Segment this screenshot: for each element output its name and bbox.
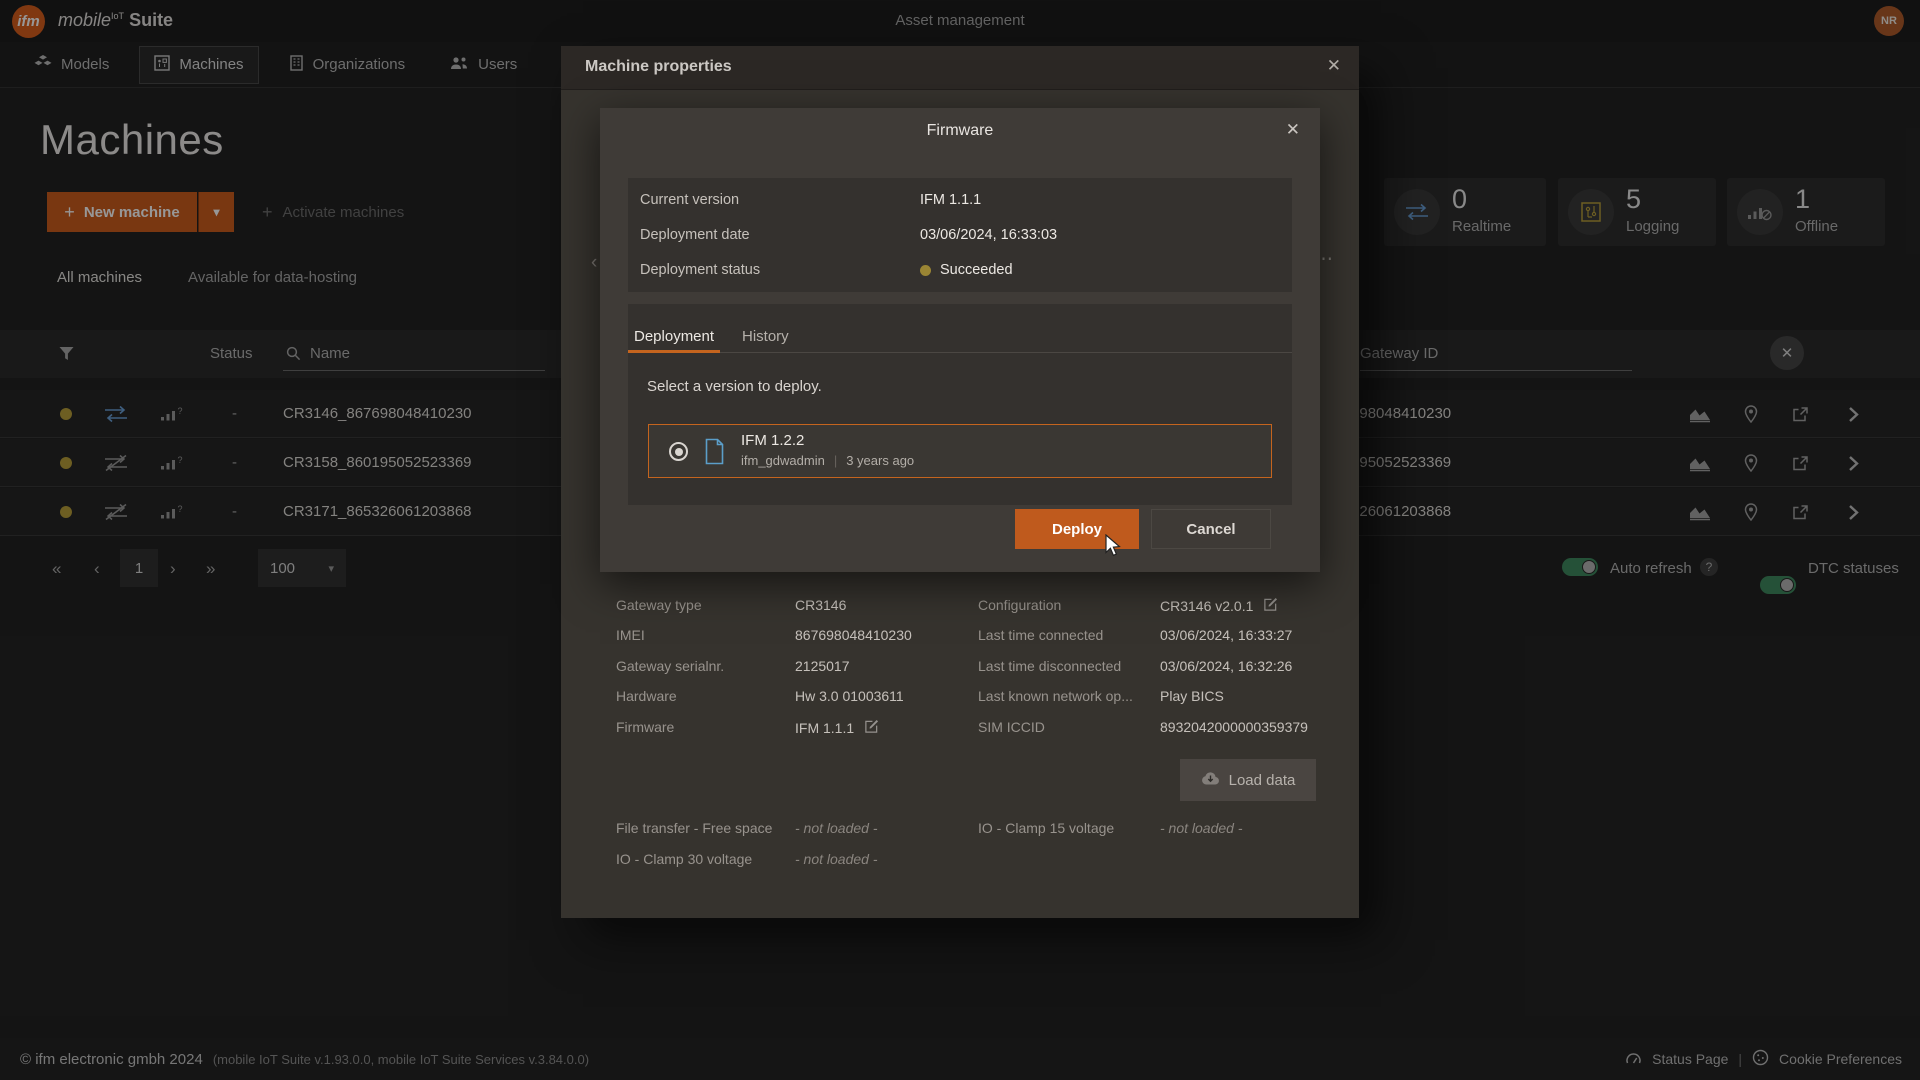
meta-divider: | bbox=[834, 453, 837, 468]
tab-history[interactable]: History bbox=[742, 328, 789, 345]
firmware-info-panel: Current version IFM 1.1.1 Deployment dat… bbox=[628, 178, 1292, 292]
app-root: ifm mobileIoT Suite Asset management NR … bbox=[0, 0, 1920, 1080]
dialog-close-button[interactable]: ✕ bbox=[1286, 120, 1300, 140]
deployment-date-value: 03/06/2024, 16:33:03 bbox=[920, 227, 1057, 243]
deployment-status-value: Succeeded bbox=[920, 262, 1013, 278]
version-meta: ifm_gdwadmin | 3 years ago bbox=[741, 453, 914, 468]
version-title: IFM 1.2.2 bbox=[741, 432, 804, 449]
current-version-label: Current version bbox=[640, 192, 739, 208]
current-version-value: IFM 1.1.1 bbox=[920, 192, 981, 208]
status-succeeded-dot-icon bbox=[920, 265, 931, 276]
radio-selected-icon[interactable] bbox=[669, 442, 688, 461]
firmware-dialog: Firmware ✕ Current version IFM 1.1.1 Dep… bbox=[600, 108, 1320, 572]
deployment-status-label: Deployment status bbox=[640, 262, 760, 278]
version-author: ifm_gdwadmin bbox=[741, 453, 825, 468]
dialog-title: Firmware bbox=[600, 122, 1320, 140]
version-age: 3 years ago bbox=[846, 453, 914, 468]
select-version-hint: Select a version to deploy. bbox=[647, 378, 822, 395]
firmware-version-option[interactable]: IFM 1.2.2 ifm_gdwadmin | 3 years ago bbox=[648, 424, 1272, 478]
cancel-button[interactable]: Cancel bbox=[1151, 509, 1271, 549]
mouse-cursor bbox=[1104, 534, 1126, 562]
status-succeeded-text: Succeeded bbox=[940, 262, 1013, 278]
active-tab-underline bbox=[628, 350, 720, 353]
file-icon bbox=[704, 438, 725, 469]
radio-dot bbox=[675, 448, 683, 456]
tab-deployment[interactable]: Deployment bbox=[634, 328, 714, 345]
close-icon: ✕ bbox=[1286, 120, 1300, 139]
deployment-date-label: Deployment date bbox=[640, 227, 750, 243]
tab-divider bbox=[628, 352, 1292, 353]
